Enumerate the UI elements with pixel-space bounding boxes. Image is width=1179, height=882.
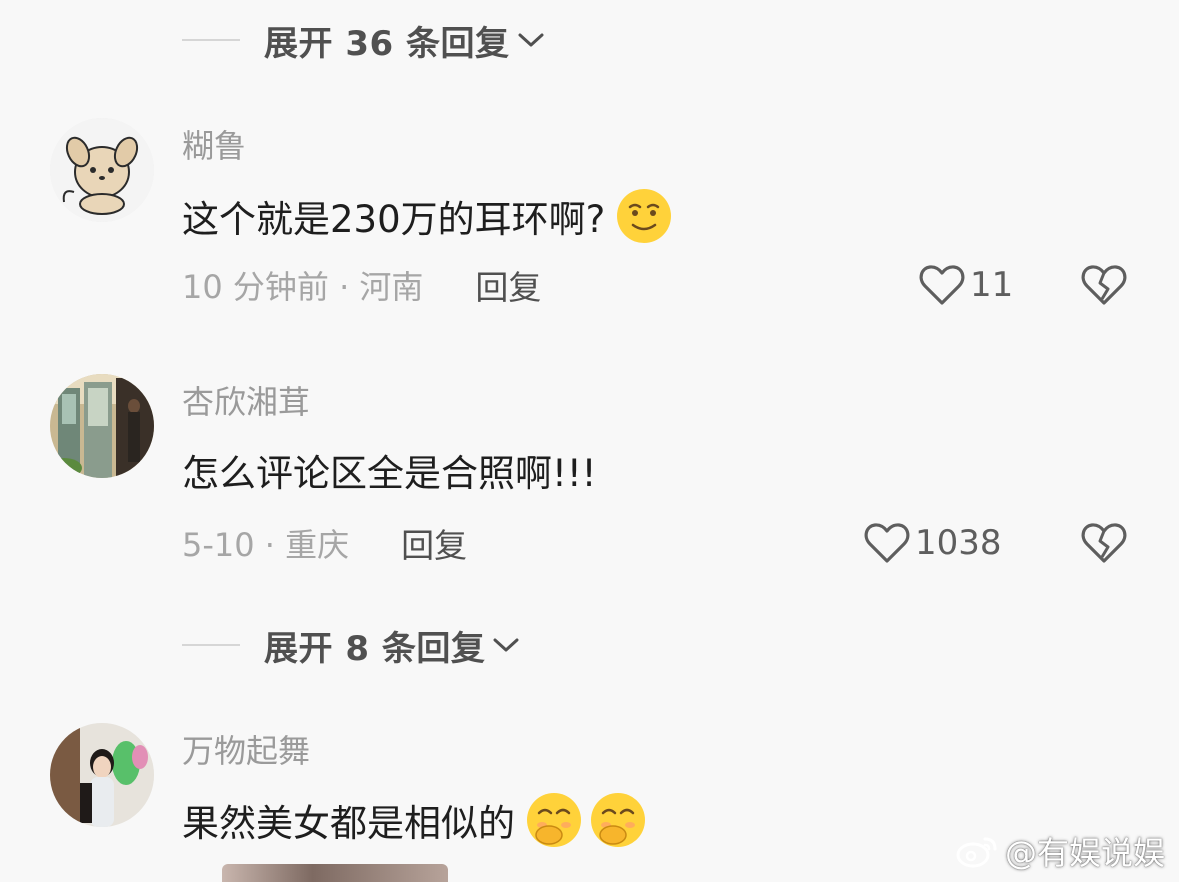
comment-text-row: 这个就是230万的耳环啊?: [182, 186, 673, 246]
comment-meta-row: 5-10 · 重庆 回复: [182, 520, 467, 566]
heart-icon: [919, 265, 965, 305]
expand-replies-label: 展开 36 条回复: [264, 23, 510, 64]
chevron-down-icon: [493, 638, 519, 652]
photo-avatar-icon: [50, 723, 154, 827]
avatar[interactable]: [50, 374, 154, 478]
comment-text-row: 果然美女都是相似的: [182, 790, 647, 850]
comment-meta: 5-10 · 重庆: [182, 526, 350, 564]
watermark: @有娱说娱: [955, 828, 1165, 874]
weibo-logo-icon: [956, 837, 997, 868]
like-button[interactable]: 11: [918, 262, 1013, 308]
avatar[interactable]: [50, 118, 154, 222]
like-count: 11: [970, 265, 1014, 305]
photo-avatar-icon: [50, 374, 154, 478]
broken-heart-icon: [1081, 265, 1127, 305]
dislike-button[interactable]: [1080, 262, 1128, 308]
broken-heart-icon: [1081, 523, 1127, 563]
expand-replies-button[interactable]: 展开 8 条回复: [182, 620, 521, 670]
comment-thread: 展开 36 条回复 糊鲁 这个就是230万的耳环啊? 10 分钟前 · 河南 回…: [0, 0, 1179, 882]
comment-text: 怎么评论区全是合照啊!!!: [182, 452, 597, 495]
comment-username[interactable]: 糊鲁: [182, 121, 246, 167]
divider-line: [182, 39, 240, 41]
expand-replies-button[interactable]: 展开 36 条回复: [182, 15, 546, 65]
comment-meta: 10 分钟前 · 河南: [182, 268, 424, 306]
puppy-avatar-icon: [50, 118, 154, 222]
comment-text: 果然美女都是相似的: [182, 802, 515, 845]
comment-text-row: 怎么评论区全是合照啊!!!: [182, 440, 597, 500]
giggle-emoji-icon: [527, 793, 581, 847]
like-button[interactable]: 1038: [863, 520, 1002, 566]
giggle-emoji-icon: [591, 793, 645, 847]
reply-button[interactable]: 回复: [401, 519, 467, 567]
heart-icon: [864, 523, 910, 563]
chevron-down-icon: [518, 33, 543, 47]
dislike-button[interactable]: [1080, 520, 1128, 566]
watermark-text: @有娱说娱: [1004, 834, 1165, 872]
smirk-emoji-icon: [617, 189, 672, 243]
comment-username[interactable]: 万物起舞: [182, 726, 310, 772]
comment-username[interactable]: 杏欣湘茸: [182, 377, 310, 423]
like-count: 1038: [915, 523, 1002, 563]
comment-meta-row: 10 分钟前 · 河南 回复: [182, 262, 541, 308]
reply-button[interactable]: 回复: [475, 261, 541, 309]
avatar[interactable]: [50, 723, 154, 827]
expand-replies-label: 展开 8 条回复: [264, 628, 486, 669]
divider-line: [182, 644, 240, 646]
comment-text: 这个就是230万的耳环啊?: [182, 198, 606, 241]
attached-image[interactable]: [222, 864, 448, 882]
